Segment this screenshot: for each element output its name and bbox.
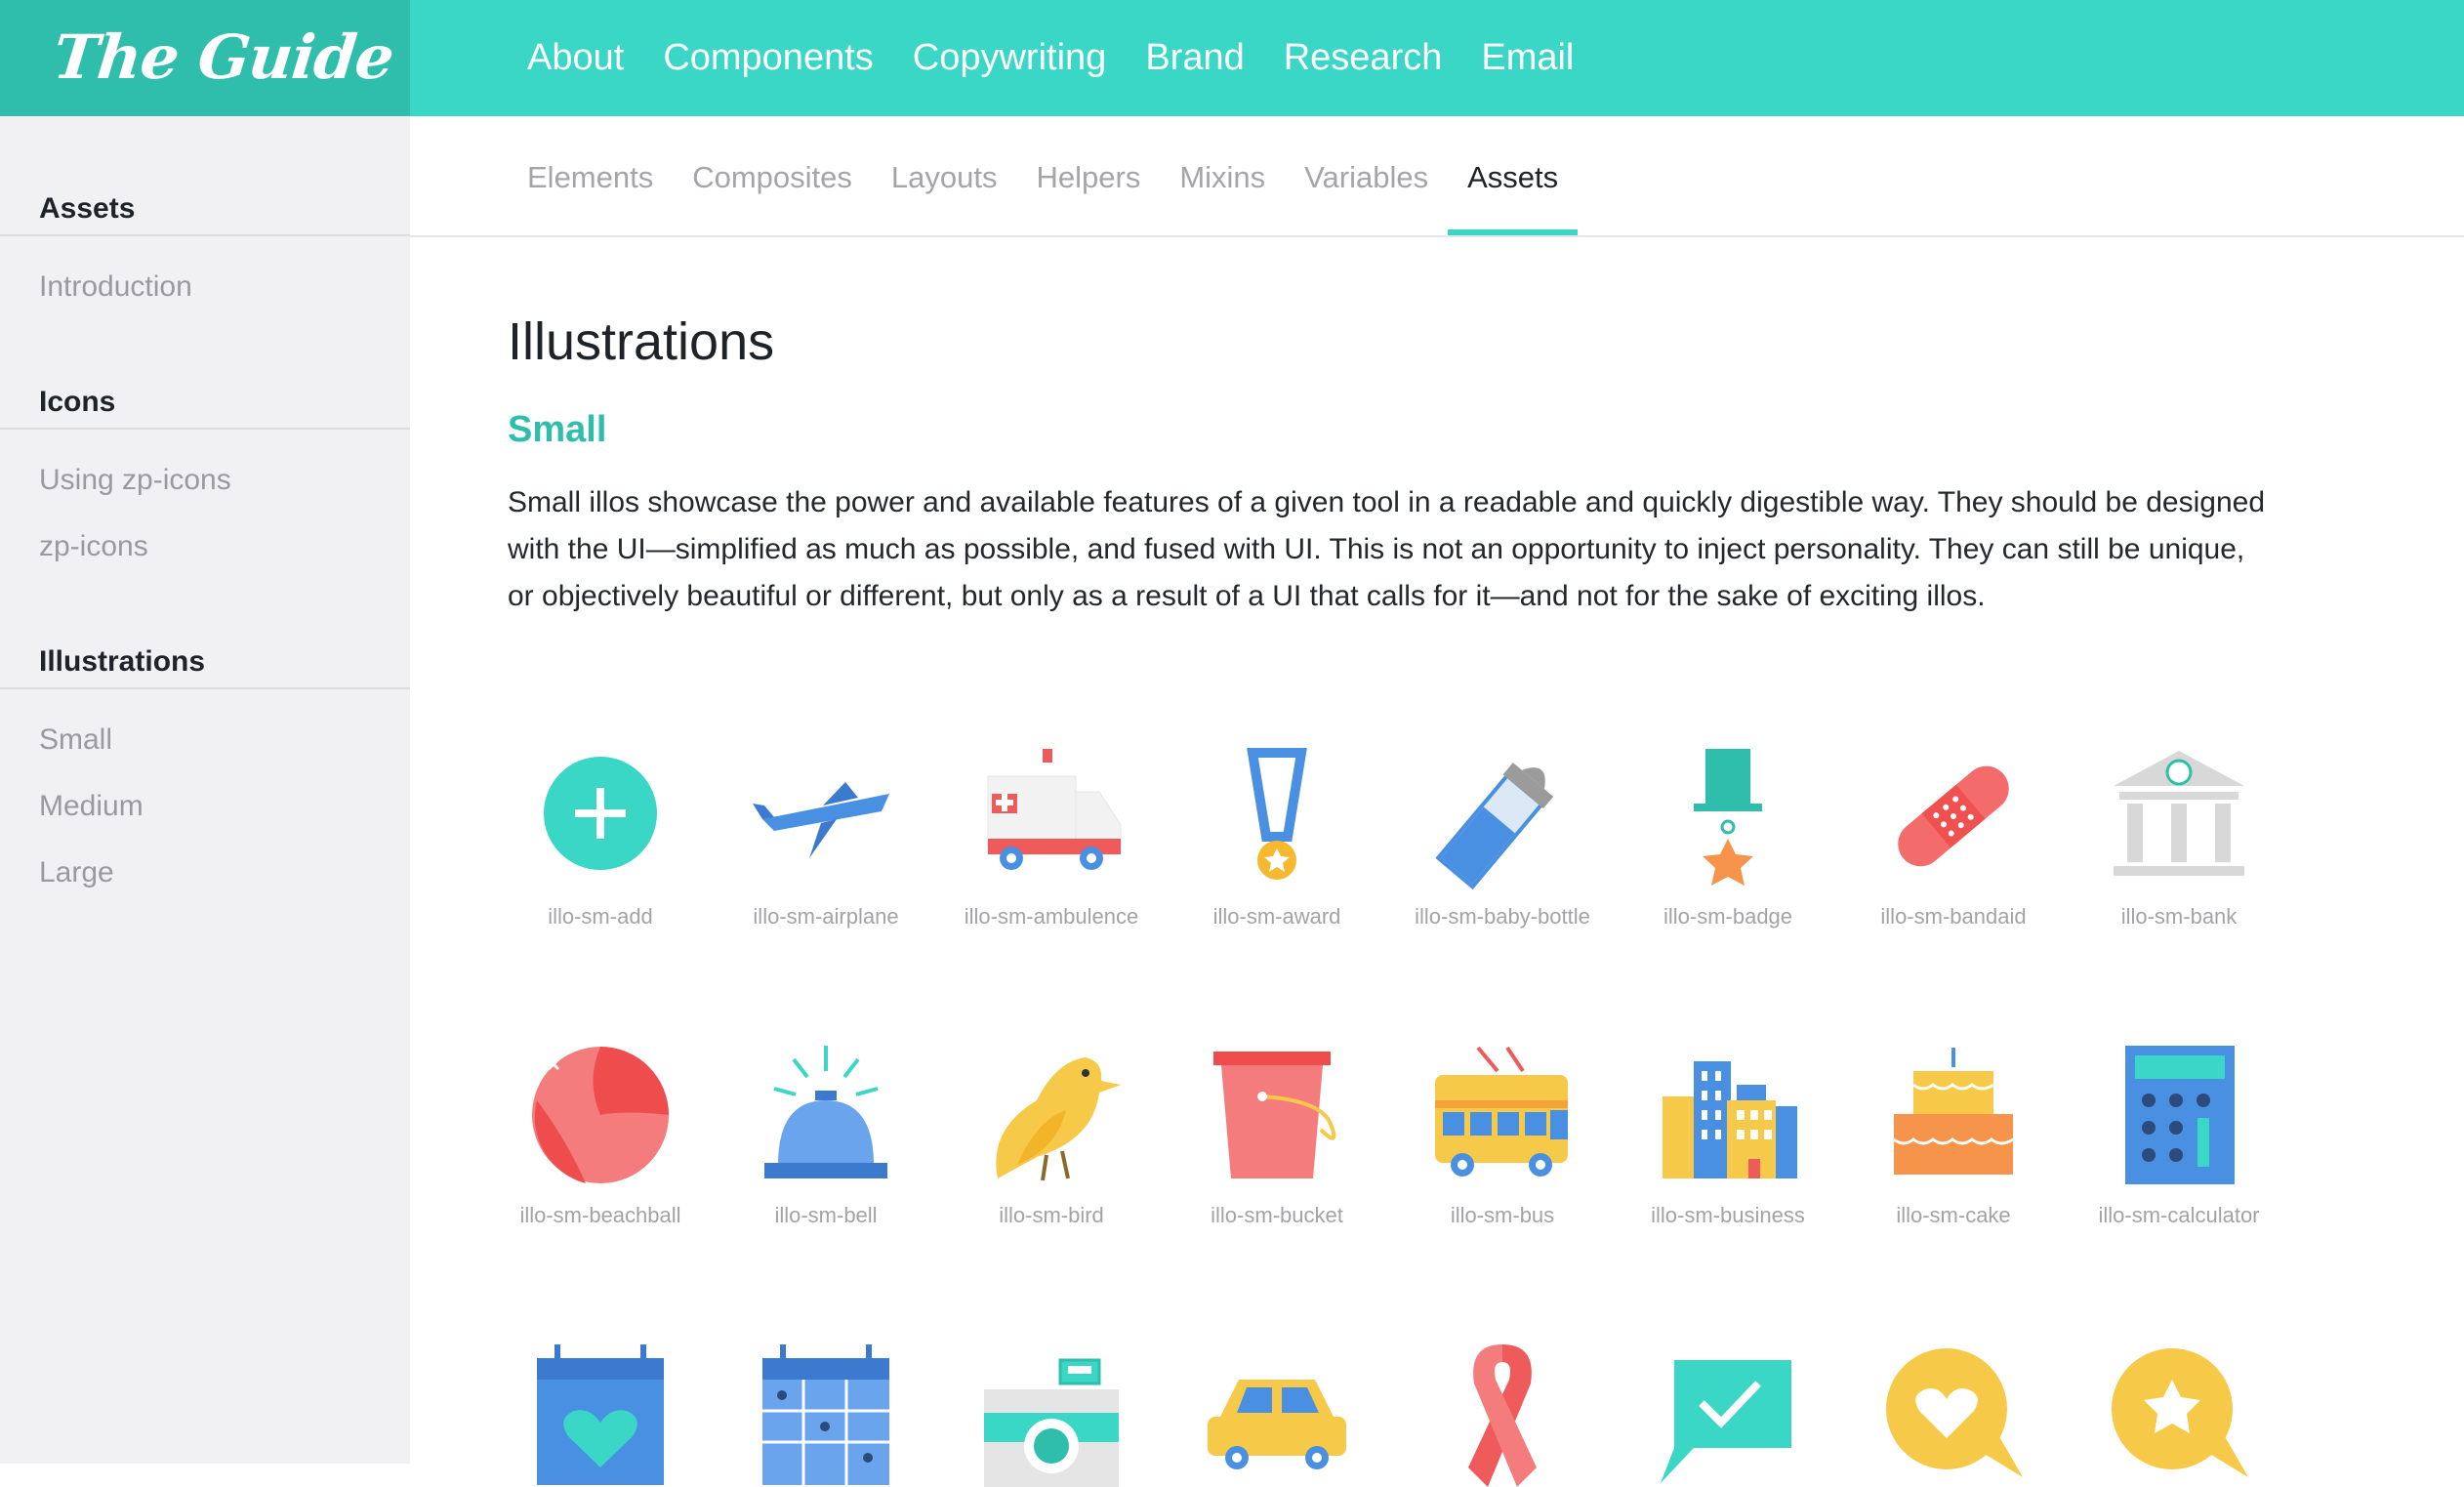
tab-variables[interactable]: Variables (1304, 116, 1428, 235)
main-nav-email[interactable]: Email (1481, 37, 1574, 79)
illustration-label: illo-sm-calculator (2098, 1203, 2260, 1227)
illustration-card[interactable]: illo-sm-airplane (733, 743, 919, 930)
illustration-card[interactable] (959, 1341, 1144, 1487)
illustration-card[interactable]: illo-sm-add (508, 743, 693, 930)
badge-icon (1694, 749, 1762, 886)
cake-icon (1893, 1048, 2014, 1175)
add-icon (544, 757, 657, 870)
illustration-card[interactable]: illo-sm-award (1184, 743, 1370, 930)
beachball-icon (532, 1047, 669, 1183)
illustration-label: illo-sm-airplane (753, 904, 899, 929)
illustration-label: illo-sm-ambulence (964, 904, 1139, 929)
section-description: Small illos showcase the power and avail… (508, 486, 2265, 612)
bank-icon (2114, 751, 2244, 876)
illustration-card[interactable]: illo-sm-bandaid (1861, 743, 2046, 930)
sidebar-item-zp-icons[interactable]: zp-icons (39, 530, 148, 563)
illustration-card[interactable]: illo-sm-calculator (2086, 1042, 2272, 1229)
sidebar-item-using-zp-icons[interactable]: Using zp-icons (39, 464, 231, 497)
tab-helpers[interactable]: Helpers (1037, 116, 1141, 235)
award-icon (1247, 748, 1307, 880)
baby-bottle-icon (1435, 763, 1554, 889)
illustration-card[interactable]: illo-sm-bank (2086, 743, 2272, 930)
illustration-label: illo-sm-add (548, 904, 653, 929)
logo-box[interactable]: The Guide (0, 0, 410, 116)
sidebar-divider (0, 234, 410, 236)
sidebar-divider (0, 428, 410, 430)
illustration-card[interactable] (2086, 1341, 2272, 1487)
tab-layouts[interactable]: Layouts (891, 116, 998, 235)
chat-check-icon (1661, 1360, 1791, 1483)
business-icon (1663, 1061, 1797, 1178)
illustration-card[interactable] (1184, 1341, 1370, 1487)
illustration-card[interactable]: illo-sm-ambulence (959, 743, 1144, 930)
chat-star-icon (2112, 1348, 2248, 1477)
camera-icon (984, 1358, 1119, 1487)
sidebar-heading-icons: Icons (39, 386, 116, 418)
illustration-card[interactable]: illo-sm-beachball (508, 1042, 693, 1229)
logo[interactable]: The Guide (50, 21, 396, 93)
illustration-label: illo-sm-award (1212, 904, 1341, 929)
illustration-card[interactable]: illo-sm-bell (733, 1042, 919, 1229)
illustration-label: illo-sm-bank (2120, 904, 2238, 929)
page-title: Illustrations (508, 312, 775, 371)
illustration-label: illo-sm-cake (1896, 1203, 2011, 1227)
chat-heart-icon (1886, 1348, 2023, 1477)
top-bar: The Guide About Components Copywriting B… (0, 0, 2464, 116)
illustration-card[interactable]: illo-sm-business (1635, 1042, 1821, 1229)
illustration-card[interactable] (508, 1341, 693, 1487)
illustration-label: illo-sm-baby-bottle (1415, 904, 1590, 929)
main-nav-about[interactable]: About (527, 37, 624, 79)
illustration-card[interactable]: illo-sm-bird (959, 1042, 1144, 1229)
illustration-label: illo-sm-business (1651, 1203, 1805, 1227)
airplane-icon (753, 782, 889, 858)
illustration-label: illo-sm-badge (1663, 904, 1793, 929)
calendar-grid-icon (762, 1344, 889, 1485)
main-nav-brand[interactable]: Brand (1145, 37, 1244, 79)
sidebar-divider (0, 687, 410, 689)
illustration-label: illo-sm-bell (774, 1203, 878, 1227)
sidebar-heading-illustrations: Illustrations (39, 645, 206, 678)
sidebar: Assets Introduction Icons Using zp-icons… (0, 116, 410, 1464)
illustration-label: illo-sm-bandaid (1880, 904, 2027, 929)
illustration-label: illo-sm-bird (999, 1203, 1104, 1227)
calculator-icon (2125, 1046, 2235, 1184)
sidebar-item-medium[interactable]: Medium (39, 790, 144, 823)
sidebar-item-large[interactable]: Large (39, 856, 114, 889)
bucket-icon (1213, 1052, 1336, 1178)
illustration-card[interactable] (1635, 1341, 1821, 1487)
bus-icon (1435, 1046, 1568, 1177)
illustration-label: illo-sm-bucket (1211, 1203, 1343, 1227)
tab-mixins[interactable]: Mixins (1179, 116, 1265, 235)
tab-elements[interactable]: Elements (527, 116, 653, 235)
illustration-card[interactable] (1861, 1341, 2046, 1487)
illustration-label: illo-sm-beachball (519, 1203, 681, 1227)
illustration-card[interactable]: illo-sm-badge (1635, 743, 1821, 930)
sidebar-heading-assets: Assets (39, 192, 136, 225)
bell-icon (764, 1046, 887, 1178)
main-nav-research[interactable]: Research (1284, 37, 1443, 79)
bird-icon (996, 1057, 1121, 1181)
main-nav-copywriting[interactable]: Copywriting (913, 37, 1107, 79)
main-nav: About Components Copywriting Brand Resea… (527, 0, 1574, 116)
tab-composites[interactable]: Composites (692, 116, 852, 235)
bandaid-icon (1898, 765, 2009, 867)
illustration-card[interactable]: illo-sm-baby-bottle (1410, 743, 1595, 930)
illustration-card[interactable]: illo-sm-cake (1861, 1042, 2046, 1229)
ribbon-icon (1468, 1344, 1537, 1487)
sub-nav: Elements Composites Layouts Helpers Mixi… (410, 116, 2464, 237)
section-title: Small (508, 409, 607, 450)
illustration-card[interactable]: illo-sm-bus (1410, 1042, 1595, 1229)
car-icon (1208, 1380, 1346, 1469)
sidebar-item-introduction[interactable]: Introduction (39, 270, 192, 304)
illustration-card[interactable]: illo-sm-bucket (1184, 1042, 1370, 1229)
illustration-card[interactable] (733, 1341, 919, 1487)
calendar-heart-icon (537, 1344, 664, 1485)
sidebar-item-small[interactable]: Small (39, 723, 112, 757)
main-nav-components[interactable]: Components (663, 37, 873, 79)
tab-assets[interactable]: Assets (1448, 116, 1579, 235)
ambulance-icon (987, 749, 1122, 870)
illustration-card[interactable] (1410, 1341, 1595, 1487)
illustration-label: illo-sm-bus (1450, 1203, 1555, 1227)
